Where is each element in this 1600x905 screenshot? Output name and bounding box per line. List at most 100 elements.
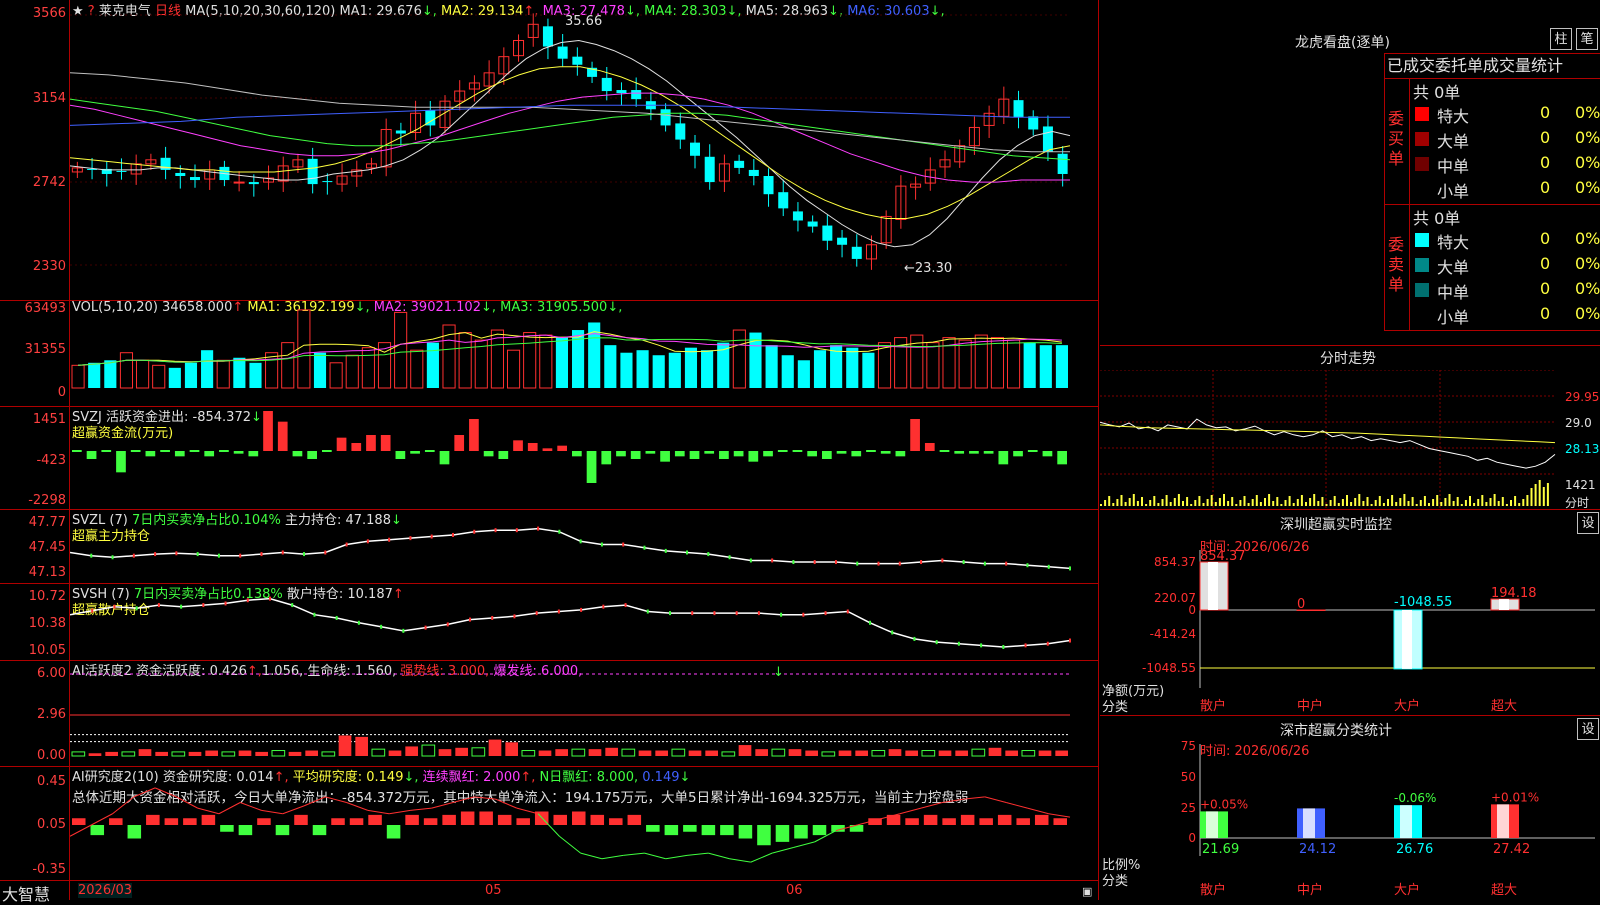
fs-vol-bar: [1132, 494, 1135, 506]
research-bar: [312, 825, 327, 836]
holding-tick: [664, 548, 667, 553]
sz-ratio-chart[interactable]: 75 50 25 0 21.69 +0.05% 散户 24.12 中户 26.76 -0.06% 大户…: [1100, 716, 1600, 900]
buy-side-cell: 委买单: [1385, 79, 1410, 204]
research-bar: [275, 825, 290, 836]
sell-row-pct: 0%: [1575, 254, 1600, 273]
fs-vol-bar: [1366, 497, 1369, 506]
holding-tick: [728, 555, 731, 560]
vol-bar: [668, 352, 681, 388]
sz-monitor-panel[interactable]: 深圳超赢实时监控 设 时间: 2026/06/26 854.37 220.07 0-…: [1100, 510, 1600, 716]
kline-chart[interactable]: [70, 0, 1098, 300]
y-label: 3566: [32, 6, 66, 21]
ma-line-6: [70, 104, 1070, 126]
research-bar: [1053, 818, 1067, 825]
activity-bar: [221, 751, 236, 757]
holding-tick: [935, 640, 938, 645]
fs-vol-bar: [1415, 504, 1418, 506]
vol-bar: [136, 359, 150, 389]
activity-bar: [571, 748, 586, 757]
vol-panel[interactable]: VOL(5,10,20) 34658.000↑ MA1: 36192.199↓,…: [0, 300, 1098, 407]
flow-bar: [366, 435, 376, 451]
szm-cat-label: 中户: [1297, 698, 1323, 714]
activity-bar: [771, 748, 786, 757]
retail-holding-chart[interactable]: [70, 583, 1098, 660]
holding-tick: [957, 641, 960, 646]
research-bar: [905, 818, 919, 825]
ai-activity-chart[interactable]: ↓: [70, 660, 1098, 766]
bar-mode-button[interactable]: 柱: [1550, 28, 1572, 50]
dragon-tiger-panel[interactable]: 龙虎看盘(逐单) 柱 笔 已成交委托单成交量统计 委买单 共 0单 特大 0 0% 大…: [1100, 0, 1600, 345]
candle-down: [322, 181, 333, 183]
ai-research-chart[interactable]: [70, 766, 1098, 880]
sell-row-pct: 0%: [1575, 304, 1600, 323]
candle-down: [822, 225, 833, 241]
research-bar: [294, 814, 308, 825]
fs-vol-bar: [1526, 495, 1529, 506]
fs-vol-bar: [1116, 499, 1119, 506]
vol-bar: [249, 362, 262, 388]
research-line: [112, 796, 135, 815]
research-bar: [683, 825, 697, 832]
intraday-panel[interactable]: 分时走势 29.95 29.0 28.13 1421 分时: [1100, 345, 1600, 510]
holding-tick: [757, 611, 760, 616]
buy-color-swatch: [1415, 132, 1429, 146]
research-line: [197, 807, 220, 815]
lock-icon[interactable]: ▣: [1082, 885, 1092, 898]
fs-vol-bar: [1169, 502, 1172, 506]
flow-bar: [395, 451, 406, 459]
flow-bar: [263, 411, 273, 451]
main-holding-chart[interactable]: [70, 509, 1098, 583]
fs-vol-bar: [1546, 483, 1549, 506]
sz-class-panel[interactable]: 深市超赢分类统计 设 时间: 2026/06/26 75 50 25 0 21.69 +0…: [1100, 716, 1600, 900]
ai-activity-panel[interactable]: AI活跃度2 资金活跃度: 0.426↑,1.056, 生命线: 1.560, …: [0, 660, 1098, 767]
research-bar: [1016, 818, 1030, 825]
svzj-panel[interactable]: SVZJ 活跃资金进出: -854.372↓ 超赢资金流(万元) 1451 -4…: [0, 406, 1098, 510]
activity-bar: [271, 750, 286, 757]
kline-panel[interactable]: ★ ? 莱克电气 日线 MA(5,10,20,30,60,120) MA1: 2…: [0, 0, 1098, 301]
fund-flow-chart[interactable]: [70, 406, 1098, 509]
research-line: [346, 802, 369, 811]
holding-tick: [180, 604, 183, 609]
flow-bar: [836, 451, 847, 454]
svsh-panel[interactable]: SVSH (7) 7日内买卖净占比0.138% 散户持仓: 10.187↑ 超赢…: [0, 583, 1098, 661]
research-line: [133, 787, 156, 798]
svzl-panel[interactable]: SVZL (7) 7日内买卖净占比0.104% 主力持仓: 47.188↓ 超赢…: [0, 509, 1098, 584]
fs-vol-bar: [1239, 500, 1242, 506]
sell-total: 共 0单: [1413, 209, 1461, 228]
flow-bar: [204, 451, 215, 457]
holding-tick: [749, 558, 752, 563]
fs-vol-bar: [1378, 496, 1381, 506]
szm-y-label: -1048.55: [1142, 661, 1196, 675]
fs-vol-bar: [1157, 503, 1160, 506]
vol-bar: [958, 339, 972, 389]
holding-tick: [357, 620, 360, 625]
activity-bar: [121, 751, 136, 757]
szc-y-label: 75: [1181, 739, 1196, 753]
fs-vol-bar: [1235, 504, 1238, 506]
y-label: 47.13: [28, 565, 66, 580]
flow-bar: [763, 451, 773, 457]
flow-bar: [101, 450, 112, 452]
holding-tick: [196, 552, 199, 557]
sz-net-chart[interactable]: 854.37220.070-414.24-1048.55854.37散户0中户-…: [1100, 510, 1600, 716]
ai-research-panel[interactable]: AI研究度2(10) 资金研究度: 0.014↑, 平均研究度: 0.149↓,…: [0, 766, 1098, 880]
fs-vol-bar: [1313, 494, 1316, 506]
research-line: [601, 854, 624, 860]
flow-bar: [498, 451, 509, 459]
fs-vol-bar: [1268, 494, 1271, 506]
flow-bar: [424, 450, 435, 452]
activity-bar: [721, 751, 736, 757]
activity-bar: [671, 748, 686, 757]
fs-vol-bar: [1460, 504, 1463, 506]
intraday-chart[interactable]: [1100, 370, 1600, 510]
flow-bar: [160, 450, 170, 452]
holding-tick: [513, 614, 516, 619]
volume-chart[interactable]: [70, 300, 1098, 406]
research-line: [963, 796, 985, 800]
flow-bar: [439, 451, 450, 465]
research-bar: [516, 818, 530, 825]
flow-bar: [601, 451, 612, 465]
fs-vol-bar: [1387, 499, 1389, 506]
low-price-mark: ←23.30: [904, 261, 953, 276]
tick-mode-button[interactable]: 笔: [1576, 28, 1598, 50]
